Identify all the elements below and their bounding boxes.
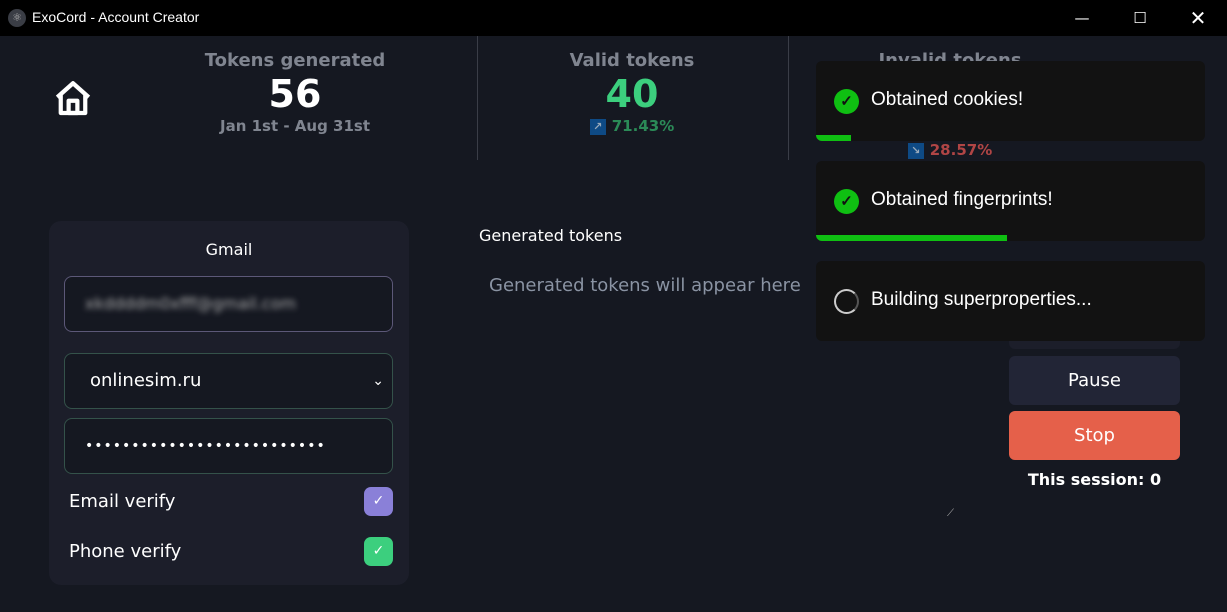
email-verify-checkbox[interactable]: ✓ [364,487,393,516]
toast-text: Building superproperties... [871,289,1092,310]
loading-spinner-icon [834,289,859,314]
email-input[interactable]: xkddddm0xfff@gmail.com [64,276,393,332]
toast-notification[interactable]: ✓ Obtained cookies! [816,61,1205,141]
trend-up-icon: ↗ [589,118,606,135]
stat-value: 40 [605,72,659,116]
stat-percent: 28.57% [929,141,993,159]
session-count: This session: 0 [1027,470,1162,489]
stat-label: Tokens generated [204,50,386,71]
toast-text: Obtained fingerprints! [871,189,1053,210]
stat-valid-tokens: Valid tokens 40 ↗ 71.43% [482,50,782,135]
home-icon[interactable] [52,78,94,124]
stop-button[interactable]: Stop [1009,411,1180,460]
email-value: xkddddm0xfff@gmail.com [85,294,296,313]
textarea-placeholder: Generated tokens will appear here [489,275,801,296]
panel-title: Gmail [205,240,253,259]
chevron-down-icon: ⌄ [372,373,384,389]
toast-progress-bar [816,235,1007,241]
stat-label: Valid tokens [569,50,695,71]
phone-verify-checkbox[interactable]: ✓ [364,537,393,566]
resize-handle-icon[interactable]: ⟋ [947,508,954,519]
stat-tokens-generated: Tokens generated 56 Jan 1st - Aug 31st [145,50,445,135]
toast-notification[interactable]: Building superproperties... [816,261,1205,341]
stat-value: 56 [268,72,322,116]
stat-percent: 71.43% [611,117,675,135]
phone-verify-label: Phone verify [69,541,182,562]
generated-tokens-label: Generated tokens [479,226,623,245]
window-title: ExoCord - Account Creator [32,9,200,25]
title-bar: ⚛ ExoCord - Account Creator — ☐ ✕ [0,0,1227,36]
sms-provider-select[interactable]: onlinesim.ru ⌄ [64,353,393,409]
toast-notification[interactable]: ✓ Obtained fingerprints! [816,161,1205,241]
divider [788,36,789,160]
settings-panel: Gmail xkddddm0xfff@gmail.com onlinesim.r… [49,221,409,585]
toast-progress-bar [816,135,851,141]
maximize-button[interactable]: ☐ [1117,0,1163,36]
password-input[interactable]: •••••••••••••••••••••••••• [64,418,393,474]
trend-down-icon: ↘ [907,142,924,159]
check-circle-icon: ✓ [834,89,859,114]
minimize-button[interactable]: — [1059,0,1105,36]
select-value: onlinesim.ru [90,370,202,391]
check-circle-icon: ✓ [834,189,859,214]
app-logo-icon: ⚛ [8,9,26,27]
pause-button[interactable]: Pause [1009,356,1180,405]
divider [477,36,478,160]
close-button[interactable]: ✕ [1175,0,1221,36]
stat-subtitle: Jan 1st - Aug 31st [219,117,371,135]
email-verify-label: Email verify [69,491,176,512]
toast-text: Obtained cookies! [871,89,1024,110]
